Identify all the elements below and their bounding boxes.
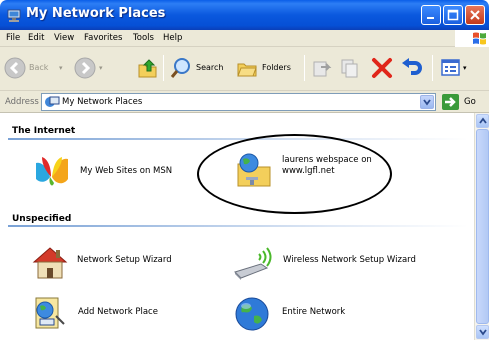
go-button[interactable] (442, 94, 459, 110)
folders-icon (237, 63, 257, 77)
menu-favorites[interactable]: Favorites (84, 33, 122, 43)
network-places-icon (7, 9, 21, 22)
item-label: Wireless Network Setup Wizard (283, 255, 416, 265)
undo-button[interactable] (400, 55, 424, 81)
item-label: My Web Sites on MSN (80, 166, 173, 176)
forward-button[interactable]: ▾ (74, 55, 108, 81)
item-label: Entire Network (282, 307, 346, 317)
delete-icon (372, 58, 392, 78)
standard-toolbar: Back ▾ ▾ Search Folders ▾ (0, 47, 489, 91)
toolbar-separator (163, 55, 164, 81)
up-folder-button[interactable] (136, 55, 160, 81)
group-divider (8, 138, 468, 140)
menu-view[interactable]: View (54, 33, 74, 43)
toolbar-separator (432, 55, 433, 81)
address-bar: Address My Network Places Go (0, 91, 489, 113)
folders-button[interactable]: Folders (236, 55, 302, 81)
maximize-button[interactable] (443, 5, 463, 25)
menu-file[interactable]: File (6, 33, 20, 43)
address-dropdown-button[interactable] (420, 95, 434, 109)
maximize-icon (447, 9, 459, 21)
back-dropdown-icon[interactable]: ▾ (59, 64, 63, 72)
network-places-icon (45, 96, 60, 107)
views-icon (441, 59, 460, 76)
address-label: Address (5, 97, 39, 107)
chevron-up-icon (479, 117, 487, 124)
go-label[interactable]: Go (464, 97, 476, 107)
group-title-unspecified: Unspecified (12, 214, 72, 224)
item-network-setup-wizard[interactable]: Network Setup Wizard (30, 242, 190, 282)
search-icon (170, 58, 190, 78)
minimize-icon (427, 17, 434, 19)
forward-dropdown-icon[interactable]: ▾ (99, 64, 103, 72)
chevron-down-icon (423, 99, 431, 106)
scroll-down-button[interactable] (476, 325, 489, 339)
item-entire-network[interactable]: Entire Network (232, 294, 392, 334)
add-network-place-icon (35, 297, 65, 329)
forward-arrow-icon (74, 57, 96, 79)
chevron-down-icon (479, 329, 487, 336)
wireless-wizard-icon (234, 247, 272, 280)
views-dropdown-icon[interactable]: ▾ (463, 64, 467, 72)
back-arrow-icon (4, 57, 26, 79)
search-label: Search (196, 63, 224, 72)
item-label: Add Network Place (78, 307, 158, 317)
views-button[interactable]: ▾ (440, 55, 470, 81)
menu-edit[interactable]: Edit (28, 33, 44, 43)
item-wireless-network-setup-wizard[interactable]: Wireless Network Setup Wizard (233, 242, 433, 282)
item-my-web-sites-msn[interactable]: My Web Sites on MSN (32, 153, 182, 193)
item-label: Network Setup Wizard (77, 255, 172, 265)
up-folder-icon (138, 59, 157, 78)
move-to-icon (313, 61, 332, 77)
item-add-network-place[interactable]: Add Network Place (30, 294, 190, 334)
scroll-up-button[interactable] (476, 114, 489, 128)
minimize-button[interactable] (421, 5, 441, 25)
group-title-internet: The Internet (12, 126, 76, 136)
menu-help[interactable]: Help (163, 33, 182, 43)
undo-icon (402, 58, 422, 75)
delete-button[interactable] (371, 55, 393, 81)
close-icon (470, 10, 480, 20)
highlight-annotation (197, 134, 392, 214)
scroll-thumb[interactable] (476, 129, 489, 324)
close-button[interactable] (465, 5, 485, 25)
menu-tools[interactable]: Tools (133, 33, 154, 43)
file-view: The Internet My Web Sites on MSN laurens… (0, 113, 474, 340)
title-bar[interactable]: My Network Places (0, 0, 489, 30)
group-divider (8, 225, 468, 227)
toolbar-separator (304, 55, 305, 81)
back-button[interactable]: Back ▾ (4, 55, 68, 81)
address-value: My Network Places (62, 97, 143, 107)
windows-logo (455, 30, 489, 47)
go-arrow-icon (445, 97, 456, 107)
network-setup-wizard-icon (32, 247, 68, 279)
move-to-button[interactable] (311, 55, 333, 81)
search-button[interactable]: Search (170, 55, 232, 81)
back-label: Back (29, 63, 49, 72)
windows-flag-icon (473, 32, 486, 45)
vertical-scrollbar[interactable] (474, 113, 489, 340)
msn-butterfly-icon (36, 157, 68, 186)
window-title: My Network Places (26, 6, 166, 21)
address-field[interactable]: My Network Places (41, 93, 436, 111)
copy-to-button[interactable] (339, 55, 361, 81)
copy-to-icon (341, 59, 358, 78)
globe-icon (235, 297, 269, 331)
menu-bar: File Edit View Favorites Tools Help (0, 30, 489, 47)
folders-label: Folders (262, 63, 291, 72)
